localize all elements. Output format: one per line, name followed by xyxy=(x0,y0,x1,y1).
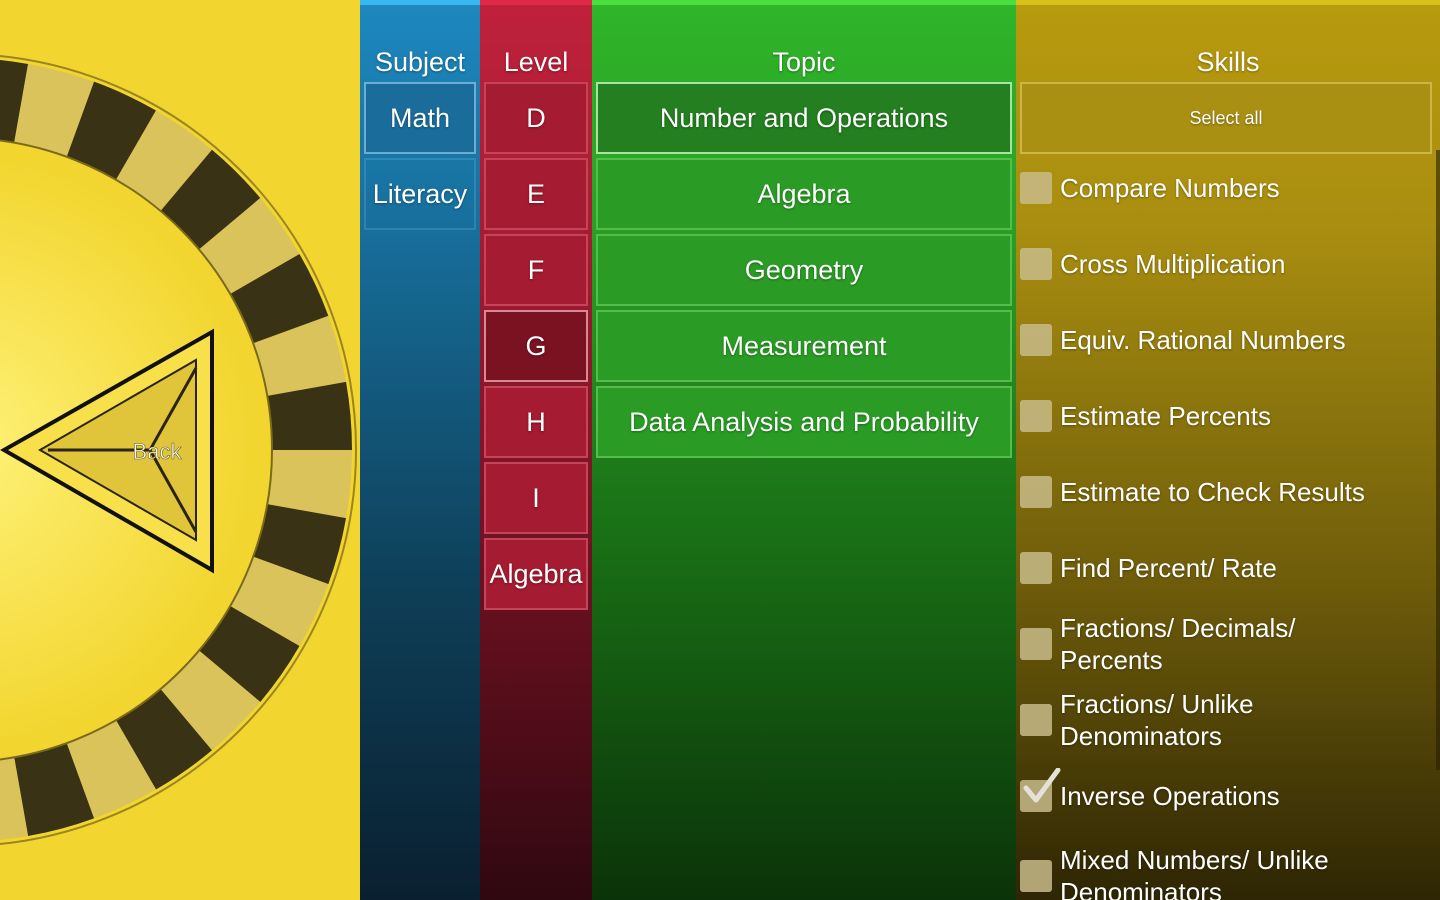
skill-label: Cross Multiplication xyxy=(1060,249,1286,279)
checkmark-icon xyxy=(1023,768,1061,803)
level-e-button[interactable]: E xyxy=(484,158,588,230)
subject-literacy-label: Literacy xyxy=(372,178,468,209)
skill-item-find-percent-rate[interactable]: Find Percent/ Rate xyxy=(1020,532,1428,604)
skill-checkbox[interactable] xyxy=(1020,248,1052,280)
checker-wheel: Back xyxy=(0,55,357,845)
skill-label: Fractions/ Decimals/ Percents xyxy=(1060,613,1296,675)
topic-top-strip xyxy=(592,0,1016,5)
skill-label: Equiv. Rational Numbers xyxy=(1060,325,1346,355)
level-e-label: E xyxy=(526,178,545,209)
skill-checkbox-checked[interactable] xyxy=(1020,768,1061,812)
skill-checkbox[interactable] xyxy=(1020,476,1052,508)
skill-label: Compare Numbers xyxy=(1060,173,1280,203)
level-h-button[interactable]: H xyxy=(484,386,588,458)
skill-label: Estimate Percents xyxy=(1060,401,1271,431)
topic-algebra-label: Algebra xyxy=(757,178,851,209)
skill-label: Inverse Operations xyxy=(1060,781,1280,811)
select-all-button[interactable]: Select all xyxy=(1020,82,1432,154)
subject-math-label: Math xyxy=(389,102,451,133)
wheel-panel: Back xyxy=(0,0,360,900)
subject-header: Subject xyxy=(374,47,466,77)
topic-geometry-button[interactable]: Geometry xyxy=(596,234,1012,306)
skill-label: Find Percent/ Rate xyxy=(1060,553,1277,583)
skill-checkbox[interactable] xyxy=(1020,324,1052,356)
level-header: Level xyxy=(503,47,569,77)
topic-number-operations-label: Number and Operations xyxy=(659,102,949,133)
level-f-label: F xyxy=(527,254,545,285)
topic-data-analysis-button[interactable]: Data Analysis and Probability xyxy=(596,386,1012,458)
skill-item-mixed-numbers[interactable]: Mixed Numbers/ Unlike Denominators xyxy=(1020,840,1428,900)
level-i-label: I xyxy=(532,482,540,513)
skill-item-inverse-operations[interactable]: Inverse Operations xyxy=(1020,760,1428,832)
skill-item-fractions-decimals-percents[interactable]: Fractions/ Decimals/ Percents xyxy=(1020,608,1428,680)
skill-checkbox[interactable] xyxy=(1020,628,1052,660)
skills-header: Skills xyxy=(1196,47,1260,77)
level-i-button[interactable]: I xyxy=(484,462,588,534)
skills-top-strip xyxy=(1016,0,1440,5)
skill-item-cross-multiplication[interactable]: Cross Multiplication xyxy=(1020,228,1428,300)
topic-algebra-button[interactable]: Algebra xyxy=(596,158,1012,230)
skill-item-equiv-rational-numbers[interactable]: Equiv. Rational Numbers xyxy=(1020,304,1428,376)
topic-measurement-label: Measurement xyxy=(721,330,887,361)
skill-checkbox[interactable] xyxy=(1020,860,1052,892)
skills-column: Skills Select all Compare Numbers Cross … xyxy=(1016,0,1440,900)
skill-item-estimate-percents[interactable]: Estimate Percents xyxy=(1020,380,1428,452)
skill-checkbox[interactable] xyxy=(1020,400,1052,432)
level-d-button[interactable]: D xyxy=(484,82,588,154)
subject-top-strip xyxy=(360,0,480,5)
topic-header: Topic xyxy=(772,47,836,77)
subject-math-button[interactable]: Math xyxy=(364,82,476,154)
level-algebra-button[interactable]: Algebra xyxy=(484,538,588,610)
topic-number-operations-button[interactable]: Number and Operations xyxy=(596,82,1012,154)
subject-column: Subject Math Literacy xyxy=(360,0,480,900)
level-top-strip xyxy=(480,0,592,5)
level-d-label: D xyxy=(526,102,546,133)
level-f-button[interactable]: F xyxy=(484,234,588,306)
skill-item-fractions-unlike-denominators[interactable]: Fractions/ Unlike Denominators xyxy=(1020,684,1428,756)
skill-label: Mixed Numbers/ Unlike Denominators xyxy=(1060,845,1329,900)
skill-checkbox[interactable] xyxy=(1020,704,1052,736)
level-g-button[interactable]: G xyxy=(484,310,588,382)
skill-label: Estimate to Check Results xyxy=(1060,477,1365,507)
topic-column: Topic Number and Operations Algebra Geom… xyxy=(592,0,1016,900)
level-algebra-label: Algebra xyxy=(489,558,583,589)
topic-geometry-label: Geometry xyxy=(744,254,864,285)
skill-checkbox[interactable] xyxy=(1020,552,1052,584)
level-g-label: G xyxy=(525,330,547,361)
subject-literacy-button[interactable]: Literacy xyxy=(364,158,476,230)
back-label: Back xyxy=(133,439,183,464)
skill-item-estimate-check-results[interactable]: Estimate to Check Results xyxy=(1020,456,1428,528)
level-column: Level D E F G H I Algebra xyxy=(480,0,592,900)
skill-item-compare-numbers[interactable]: Compare Numbers xyxy=(1020,152,1428,224)
topic-data-analysis-label: Data Analysis and Probability xyxy=(629,406,979,437)
select-all-label: Select all xyxy=(1189,107,1263,128)
topic-measurement-button[interactable]: Measurement xyxy=(596,310,1012,382)
level-h-label: H xyxy=(526,406,546,437)
skill-checkbox[interactable] xyxy=(1020,172,1052,204)
skills-scrollbar[interactable] xyxy=(1436,150,1440,770)
skill-label: Fractions/ Unlike Denominators xyxy=(1060,689,1254,751)
